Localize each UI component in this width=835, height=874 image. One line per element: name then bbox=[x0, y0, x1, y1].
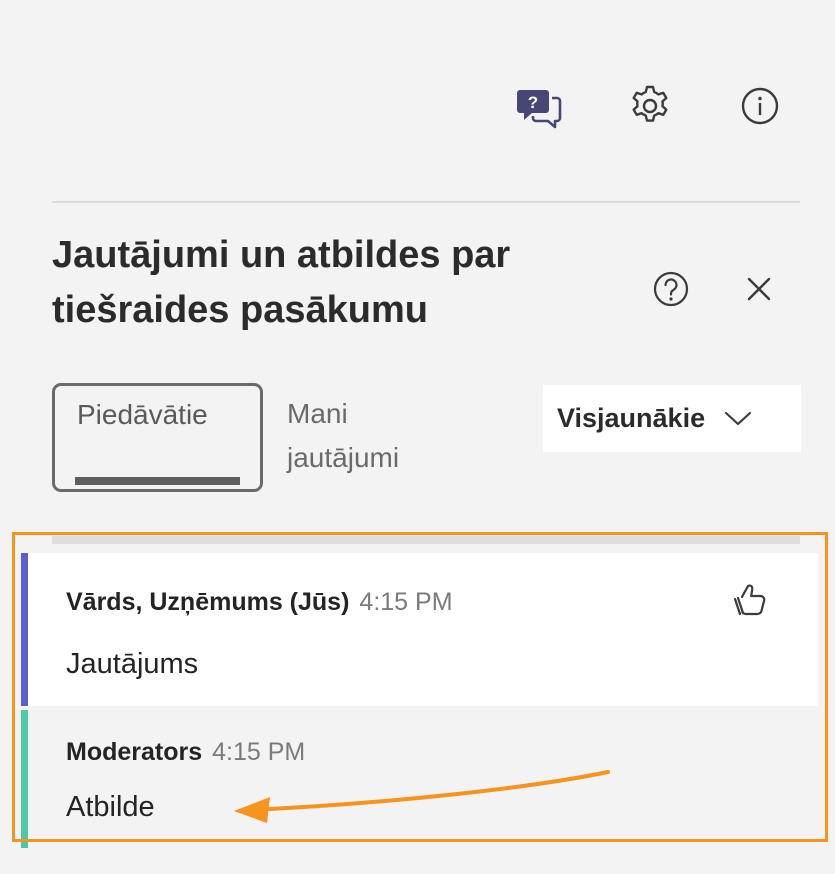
question-circle-icon bbox=[653, 271, 689, 307]
answer-timestamp: 4:15 PM bbox=[212, 738, 306, 766]
question-text: Jautājums bbox=[66, 648, 199, 680]
tab-active-indicator bbox=[75, 477, 240, 485]
qa-icon-graphic: ? bbox=[517, 90, 562, 129]
tab-featured-label: Piedāvātie bbox=[77, 399, 208, 430]
gear-icon bbox=[632, 85, 668, 122]
info-icon[interactable] bbox=[734, 80, 786, 132]
settings-icon[interactable] bbox=[624, 80, 676, 132]
question-meta: Vārds, Uzņēmums (Jūs) 4:15 PM bbox=[66, 587, 453, 617]
like-button[interactable] bbox=[727, 577, 773, 623]
panel-title-line2: tiešraides pasākumu bbox=[52, 289, 428, 331]
tab-my-questions[interactable]: Mani jautājumi bbox=[287, 392, 477, 480]
header-divider bbox=[52, 201, 800, 203]
answer-author: Moderators bbox=[66, 738, 203, 766]
answer-card: Moderators 4:15 PM Atbilde bbox=[21, 710, 818, 848]
panel-title: Jautājumi un atbildes par tiešraides pas… bbox=[52, 228, 652, 338]
list-top-bar bbox=[52, 536, 800, 544]
tab-featured[interactable]: Piedāvātie bbox=[52, 383, 263, 492]
sort-dropdown[interactable]: Visjaunākie bbox=[543, 385, 801, 452]
info-circle-icon bbox=[741, 87, 779, 125]
question-timestamp: 4:15 PM bbox=[359, 588, 453, 616]
svg-text:?: ? bbox=[528, 93, 538, 112]
answer-meta: Moderators 4:15 PM bbox=[66, 737, 305, 767]
help-button[interactable] bbox=[648, 266, 694, 312]
answer-text: Atbilde bbox=[66, 791, 155, 823]
close-button[interactable] bbox=[736, 266, 782, 312]
tab-my-questions-line2: jautājumi bbox=[287, 442, 400, 473]
question-card: Vārds, Uzņēmums (Jūs) 4:15 PM Jautājums bbox=[21, 553, 818, 706]
panel-title-line1: Jautājumi un atbildes par bbox=[52, 234, 511, 276]
tab-my-questions-line1: Mani bbox=[287, 398, 348, 429]
question-author: Vārds, Uzņēmums (Jūs) bbox=[66, 588, 350, 616]
thumbs-up-icon bbox=[733, 584, 766, 616]
sort-selected-value: Visjaunākie bbox=[557, 403, 706, 433]
close-icon bbox=[747, 277, 771, 301]
chevron-down-icon bbox=[723, 409, 753, 429]
qa-icon[interactable]: ? bbox=[514, 82, 566, 134]
